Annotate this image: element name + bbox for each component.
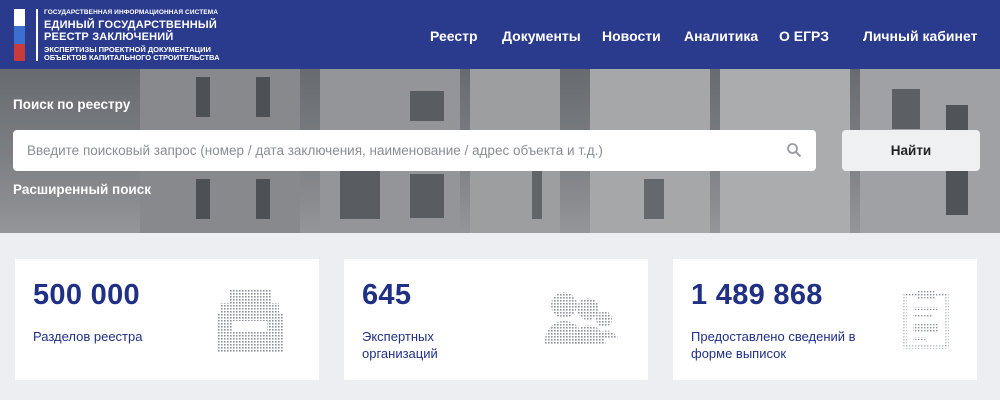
stat-caption: Предоставлено сведений в форме выписок: [691, 329, 856, 361]
stat-caption: Разделов реестра: [33, 329, 143, 344]
logo-divider: [36, 9, 38, 61]
stat-caption: Экспертных организаций: [362, 329, 438, 361]
logo-line-1: Государственная информационная система: [44, 9, 219, 16]
find-button[interactable]: Найти: [842, 130, 980, 171]
russian-flag-logo[interactable]: [14, 9, 25, 61]
stat-card-organizations: 645 Экспертных организаций: [344, 259, 648, 380]
search-icon[interactable]: [786, 142, 802, 158]
stat-card-extracts: 1 489 868 Предоставлено сведений в форме…: [673, 259, 977, 380]
search-input[interactable]: [13, 130, 773, 171]
logo-line-3: реестр заключений: [44, 30, 174, 43]
top-header: Государственная информационная система Е…: [0, 0, 1000, 69]
search-hero: Поиск по реестру Найти Расширенный поиск: [0, 69, 1000, 233]
search-heading: Поиск по реестру: [13, 97, 131, 112]
document-icon: [903, 291, 949, 349]
logo-line-5: объектов капитального строительства: [44, 53, 220, 62]
search-box: [13, 130, 816, 171]
nav-item-account[interactable]: Личный кабинет: [863, 28, 977, 44]
nav-item-registry[interactable]: Реестр: [430, 28, 478, 44]
nav-item-about[interactable]: О ЕГРЗ: [779, 28, 829, 44]
archive-icon: [217, 289, 283, 353]
nav-item-news[interactable]: Новости: [602, 28, 661, 44]
nav-item-documents[interactable]: Документы: [502, 28, 581, 44]
logo-line-4: экспертизы проектной документации: [44, 44, 211, 54]
advanced-search-link[interactable]: Расширенный поиск: [13, 182, 151, 197]
stat-number: 500 000: [33, 279, 140, 311]
stat-number: 645: [362, 279, 412, 311]
stat-number: 1 489 868: [691, 279, 823, 311]
logo-line-2: Единый государственный: [44, 18, 217, 31]
site-logo-text[interactable]: Государственная информационная система Е…: [44, 9, 220, 62]
people-icon: [544, 292, 618, 345]
stat-card-sections: 500 000 Разделов реестра: [15, 259, 319, 380]
nav-item-analytics[interactable]: Аналитика: [684, 28, 758, 44]
